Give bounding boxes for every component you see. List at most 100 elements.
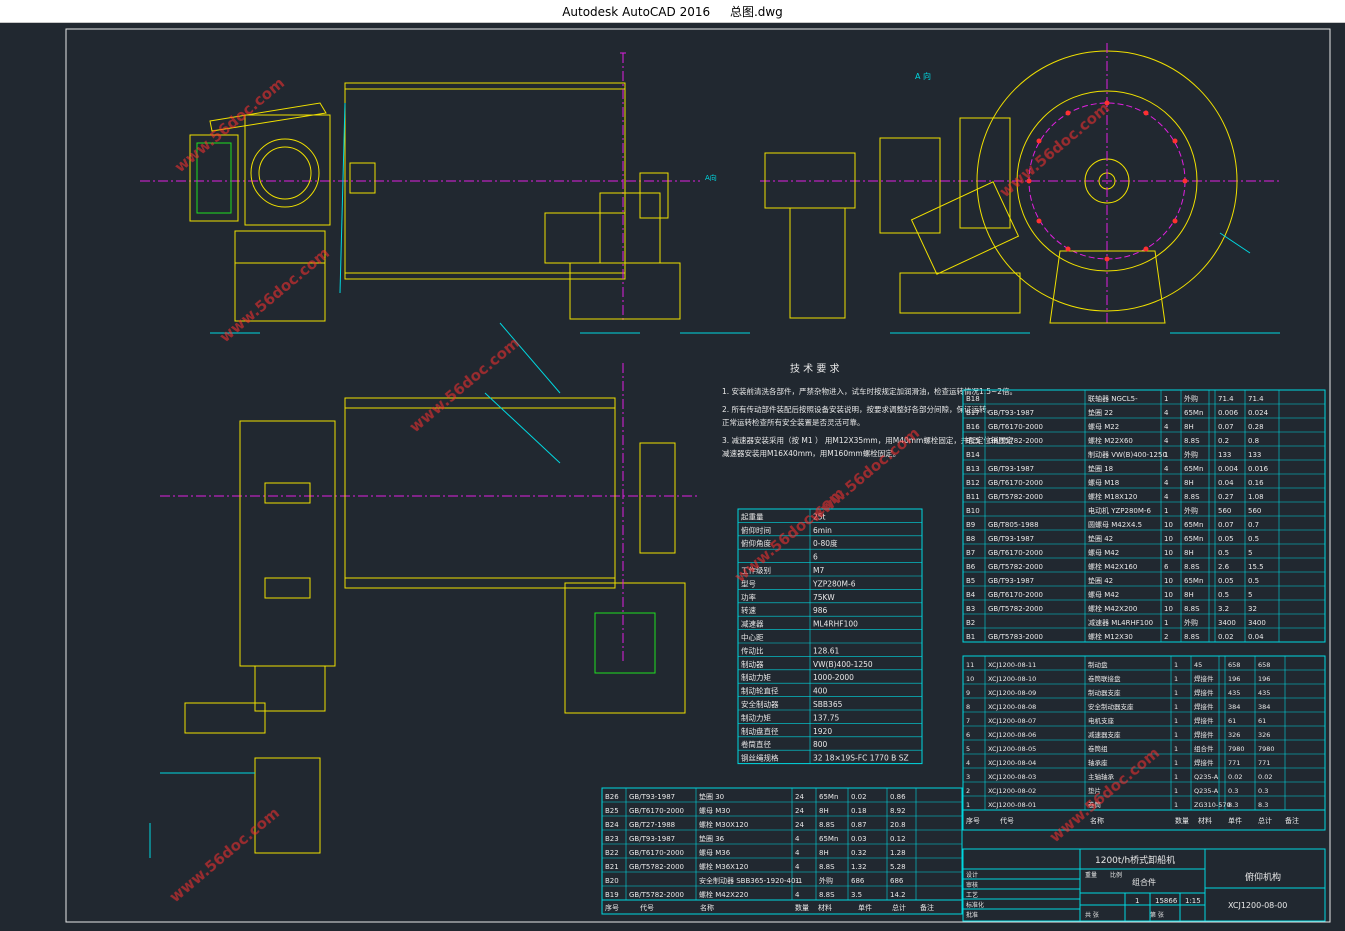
table-cell: 螺栓 M42X160 [1088, 562, 1137, 571]
table-cell: 圆螺母 M42X4.5 [1088, 520, 1142, 529]
table-cell: 65Mn [819, 793, 838, 801]
table-cell: 10 [1164, 549, 1173, 557]
table-cell: 1920 [813, 727, 832, 736]
table-cell: 焊接件 [1194, 758, 1214, 767]
table-cell: 制动器 [741, 659, 764, 669]
table-cell: 8.8S [1184, 605, 1200, 613]
title-label: 批准 [966, 911, 978, 919]
table-cell: 螺母 M36 [699, 848, 731, 857]
table-cell: B13 [966, 465, 980, 473]
drawing-svg[interactable]: A向 A 向 技 术 要 求 1. 安装前清洗各部件，严禁杂物进入，试车时按规定… [0, 23, 1345, 931]
table-cell: 65Mn [1184, 535, 1203, 543]
table-cell: 0.07 [1218, 521, 1234, 529]
table-cell: 0.28 [1248, 423, 1264, 431]
table-cell: B22 [605, 849, 619, 857]
table-cell: 3400 [1218, 619, 1236, 627]
table-cell: 1.08 [1248, 493, 1264, 501]
table-cell: 0.8 [1248, 437, 1259, 445]
table-cell: 3 [966, 773, 970, 781]
table-cell: B6 [966, 563, 976, 571]
watermark-5: www.56doc.com [996, 99, 1113, 201]
table-cell: 384 [1258, 703, 1270, 711]
table-cell: 焊接件 [1194, 730, 1214, 739]
a-arrow-label: A向 [705, 173, 717, 182]
drawing-canvas[interactable]: A向 A 向 技 术 要 求 1. 安装前清洗各部件，严禁杂物进入，试车时按规定… [0, 23, 1345, 931]
table-cell: 0.006 [1218, 409, 1239, 417]
table-cell: 400 [813, 687, 828, 696]
table-cell: XCJ1200-08-05 [988, 745, 1036, 753]
table-cell: 4 [1164, 423, 1169, 431]
table-cell: 垫圈 30 [699, 792, 724, 801]
title-label: 第 张 [1150, 911, 1164, 919]
table-cell: 8H [1184, 423, 1194, 431]
bom-left-header-cell: 数量 [795, 903, 809, 912]
table-cell: 螺栓 M42X220 [699, 890, 748, 899]
table-cell: 8.8S [1184, 437, 1200, 445]
table-cell: 1000-2000 [813, 673, 854, 682]
bom-left-header-frame [601, 899, 963, 915]
table-cell: 0.05 [1218, 535, 1234, 543]
table-cell: 560 [1218, 507, 1231, 515]
table-cell: 0.04 [1218, 479, 1234, 487]
table-cell: 10 [1164, 577, 1173, 585]
view-a-label: A 向 [915, 71, 931, 81]
table-cell: GB/T6170-2000 [988, 591, 1043, 599]
table-cell: 5 [1248, 549, 1252, 557]
table-cell: 0.02 [1228, 773, 1242, 781]
table-cell: B14 [966, 451, 980, 459]
table-cell: B2 [966, 619, 975, 627]
table-cell: 螺母 M18 [1088, 478, 1119, 487]
table-cell: 卷筒直径 [741, 739, 771, 749]
bom-left-header-cell: 材料 [818, 903, 832, 912]
watermark-3: www.56doc.com [406, 334, 523, 436]
table-cell: 6min [813, 526, 832, 535]
bom-left-header-cell: 单件 [858, 903, 872, 912]
bom-upper-table: B18 联轴器 NGCL5- 1 外购 71.4 71.4 B17 GB/T93-1987 垫圈… [962, 389, 1326, 643]
table-cell: XCJ1200-08-01 [988, 801, 1036, 809]
table-cell: 560 [1248, 507, 1261, 515]
table-cell: 196 [1228, 675, 1240, 683]
table-cell: 8H [1184, 549, 1194, 557]
table-cell: B8 [966, 535, 975, 543]
table-cell: 435 [1258, 689, 1270, 697]
table-cell: 1 [1164, 395, 1168, 403]
table-cell: 7980 [1258, 745, 1275, 753]
table-cell: 卷筒联接盘 [1088, 674, 1121, 683]
table-cell: 0.27 [1218, 493, 1234, 501]
table-cell: 4 [795, 863, 800, 871]
table-cell: 8H [1184, 591, 1194, 599]
table-cell: 45 [1194, 661, 1202, 669]
table-cell: 65Mn [1184, 521, 1203, 529]
table-cell: 8.8S [1184, 633, 1200, 641]
title-project: 1200t/h桥式卸船机 [1095, 854, 1175, 866]
table-cell: GB/T5782-2000 [988, 605, 1043, 613]
table-cell: 8H [819, 849, 829, 857]
title-label: 设计 [966, 871, 978, 879]
table-cell: 8.3 [1228, 801, 1238, 809]
table-cell: 133 [1248, 451, 1261, 459]
bom-left-header-cell: 名称 [700, 903, 714, 912]
table-cell: 8.8S [1184, 563, 1200, 571]
table-cell: 转速 [741, 605, 756, 615]
bom-left-table: B26 GB/T93-1987 垫圈 30 24 65Mn 0.02 0.86 B25 GB/T… [601, 787, 963, 915]
table-cell: 65Mn [819, 835, 838, 843]
table-cell: 联轴器 NGCL5- [1088, 394, 1138, 403]
bom-lower-header-cell: 代号 [1000, 816, 1014, 825]
table-cell: 1.28 [890, 849, 906, 857]
watermark-7: www.56doc.com [166, 804, 283, 906]
table-cell: GB/T5782-2000 [629, 891, 684, 899]
table-cell: 0.18 [851, 807, 867, 815]
table-cell: 658 [1228, 661, 1240, 669]
table-cell: 0.12 [890, 835, 906, 843]
table-cell: B11 [966, 493, 980, 501]
table-cell: 5 [966, 745, 970, 753]
table-cell: 3.2 [1218, 605, 1229, 613]
table-cell: B25 [605, 807, 619, 815]
table-cell: GB/T5782-2000 [629, 863, 684, 871]
table-cell: 4 [1164, 479, 1169, 487]
table-cell: 钢丝绳规格 [741, 753, 779, 763]
title-label: 工艺 [966, 891, 978, 899]
table-cell: 4 [1164, 437, 1169, 445]
table-cell: 4 [795, 849, 800, 857]
table-cell: 1 [1174, 745, 1178, 753]
